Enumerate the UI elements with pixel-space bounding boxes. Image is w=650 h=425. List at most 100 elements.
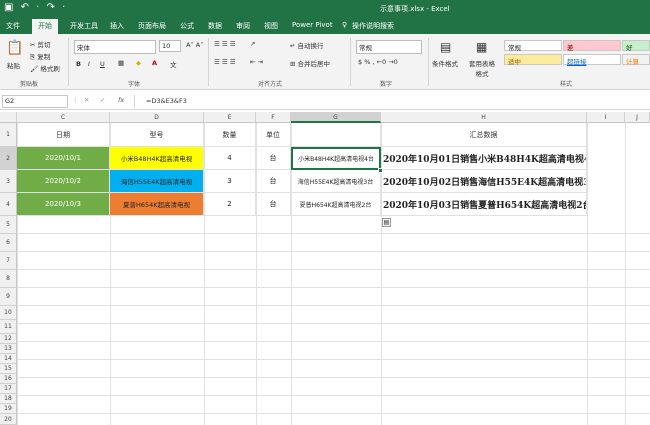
grow-font-button[interactable]: A˄ A˅ (186, 41, 203, 49)
row-header[interactable]: 18 (0, 394, 17, 404)
spreadsheet-grid[interactable]: C D E F G H I J 1 2 3 4 5 6 7 8 9 10 11 … (0, 112, 650, 425)
phonetic-icon[interactable]: 文 (170, 59, 177, 69)
column-header-g[interactable]: G (291, 112, 381, 123)
tab-view[interactable]: 视图 (264, 21, 278, 31)
number-format-select[interactable]: 常规 (356, 40, 422, 54)
currency-icon[interactable]: $ % , ←0 →0 (358, 58, 398, 66)
orientation-icon[interactable]: ↗ (250, 40, 255, 48)
header-cell-count[interactable]: 数量 (204, 123, 256, 147)
row-header[interactable]: 1 (0, 123, 17, 147)
cell-concat-selected[interactable]: 小米B48H4K超高清电视4台 (291, 147, 381, 170)
tab-formulas[interactable]: 公式 (180, 21, 194, 31)
conditional-format-icon[interactable]: ▤ (440, 40, 451, 54)
border-icon[interactable]: ▦ (118, 59, 124, 67)
row-header[interactable]: 15 (0, 364, 17, 374)
cell-count[interactable]: 2 (204, 193, 256, 216)
column-header-e[interactable]: E (204, 112, 256, 123)
tab-insert[interactable]: 插入 (110, 21, 124, 31)
style-calculation[interactable]: 计算 (622, 54, 650, 66)
cell-date[interactable]: 2020/10/1 (17, 147, 110, 170)
header-cell-date[interactable]: 日期 (17, 123, 110, 147)
underline-button[interactable]: U (100, 60, 105, 68)
column-header-i[interactable]: I (587, 112, 625, 123)
row-header[interactable]: 4 (0, 193, 17, 216)
cell-model[interactable]: 夏普H654K超高清电视 (110, 193, 204, 216)
row-header[interactable]: 19 (0, 404, 17, 414)
tab-power-pivot[interactable]: Power Pivot (292, 21, 333, 29)
tab-developer[interactable]: 开发工具 (70, 21, 98, 31)
cell-unit[interactable]: 台 (256, 170, 291, 193)
cell-count[interactable]: 4 (204, 147, 256, 170)
cut-button[interactable]: ✂ 剪切 (30, 39, 51, 49)
header-cell-concat[interactable] (291, 123, 381, 147)
cell-summary[interactable]: 2020年10月03日销售夏普H654K超高清电视2台 (381, 193, 587, 216)
align-left-icon[interactable]: ☰ ☰ ☰ (214, 58, 236, 66)
merge-center-button[interactable]: ⊞ 合并后居中 (290, 58, 330, 68)
row-header[interactable]: 10 (0, 306, 17, 320)
indent-icon[interactable]: ⇤ ⇥ (250, 58, 263, 66)
table-format-icon[interactable]: ▦ (476, 40, 487, 54)
row-header[interactable]: 2 (0, 147, 17, 170)
cell-model[interactable]: 小米B48H4K超高清电视 (110, 147, 204, 170)
row-header[interactable]: 14 (0, 354, 17, 364)
row-header[interactable]: 5 (0, 216, 17, 234)
row-header[interactable]: 12 (0, 334, 17, 344)
tab-data[interactable]: 数据 (208, 21, 222, 31)
row-header[interactable]: 16 (0, 374, 17, 384)
column-header-d[interactable]: D (110, 112, 204, 123)
column-header-h[interactable]: H (381, 112, 587, 123)
wrap-text-button[interactable]: ↵ 自动换行 (290, 40, 324, 50)
style-good[interactable]: 好 (622, 40, 650, 52)
copy-button[interactable]: ⎘ 复制 (30, 51, 50, 62)
column-header-c[interactable]: C (17, 112, 110, 123)
select-all-corner[interactable] (0, 112, 17, 123)
font-color-icon[interactable]: A (152, 59, 157, 67)
row-header[interactable]: 8 (0, 270, 17, 288)
cell-count[interactable]: 3 (204, 170, 256, 193)
tab-file[interactable]: 文件 (6, 21, 20, 31)
column-header-j[interactable]: J (625, 112, 650, 123)
row-header[interactable]: 17 (0, 384, 17, 394)
quick-analysis-icon[interactable]: ▤ (382, 218, 391, 227)
row-header[interactable]: 9 (0, 288, 17, 306)
fill-color-icon[interactable]: ◆ (136, 59, 141, 67)
row-header[interactable]: 20 (0, 414, 17, 425)
header-cell-summary[interactable]: 汇总数据 (381, 123, 587, 147)
tab-tell-me[interactable]: 操作说明搜索 (352, 21, 394, 31)
tab-home[interactable]: 开始 (32, 19, 58, 34)
header-cell-unit[interactable]: 单位 (256, 123, 291, 147)
cell-date[interactable]: 2020/10/3 (17, 193, 110, 216)
cell-unit[interactable]: 台 (256, 193, 291, 216)
font-name-select[interactable]: 宋体 (74, 40, 156, 54)
cell-concat[interactable]: 海信H55E4K超高清电视3台 (291, 170, 381, 193)
bold-button[interactable]: B (76, 60, 81, 68)
conditional-format-button[interactable]: 条件格式 (432, 58, 458, 68)
enter-icon[interactable]: ✓ (100, 96, 105, 104)
align-top-icon[interactable]: ☰ ☰ ☰ (214, 40, 236, 48)
row-header[interactable]: 11 (0, 320, 17, 334)
formula-input[interactable]: =D3&E3&F3 (146, 97, 187, 105)
cancel-icon[interactable]: ✕ (84, 96, 89, 104)
paste-icon[interactable]: 📋 (6, 40, 23, 56)
font-size-select[interactable]: 10 (159, 40, 181, 52)
tab-review[interactable]: 审阅 (236, 21, 250, 31)
insert-function-icon[interactable]: fx (118, 96, 124, 104)
cell-summary[interactable]: 2020年10月02日销售海信H55E4K超高清电视3台 (381, 170, 587, 193)
header-cell-model[interactable]: 型号 (110, 123, 204, 147)
column-header-f[interactable]: F (256, 112, 291, 123)
quick-access-toolbar[interactable]: ▣ ↶ · ↷ · (4, 2, 67, 13)
cell-model[interactable]: 海信H55E4K超高清电视 (110, 170, 204, 193)
style-bad[interactable]: 差 (563, 40, 621, 52)
name-box[interactable]: G2 (2, 95, 68, 108)
style-hyperlink[interactable]: 超链接 (563, 54, 621, 66)
format-as-table-button[interactable]: 套用表格格式 (468, 58, 496, 78)
row-header[interactable]: 7 (0, 252, 17, 270)
cell-concat[interactable]: 夏普H654K超高清电视2台 (291, 193, 381, 216)
cell-date[interactable]: 2020/10/2 (17, 170, 110, 193)
tab-page-layout[interactable]: 页面布局 (138, 21, 166, 31)
row-header[interactable]: 6 (0, 234, 17, 252)
cell-summary[interactable]: 2020年10月01日销售小米B48H4K超高清电视4台 (381, 147, 587, 170)
row-header[interactable]: 13 (0, 344, 17, 354)
style-neutral[interactable]: 适中 (504, 54, 562, 66)
fill-handle[interactable] (378, 168, 383, 173)
